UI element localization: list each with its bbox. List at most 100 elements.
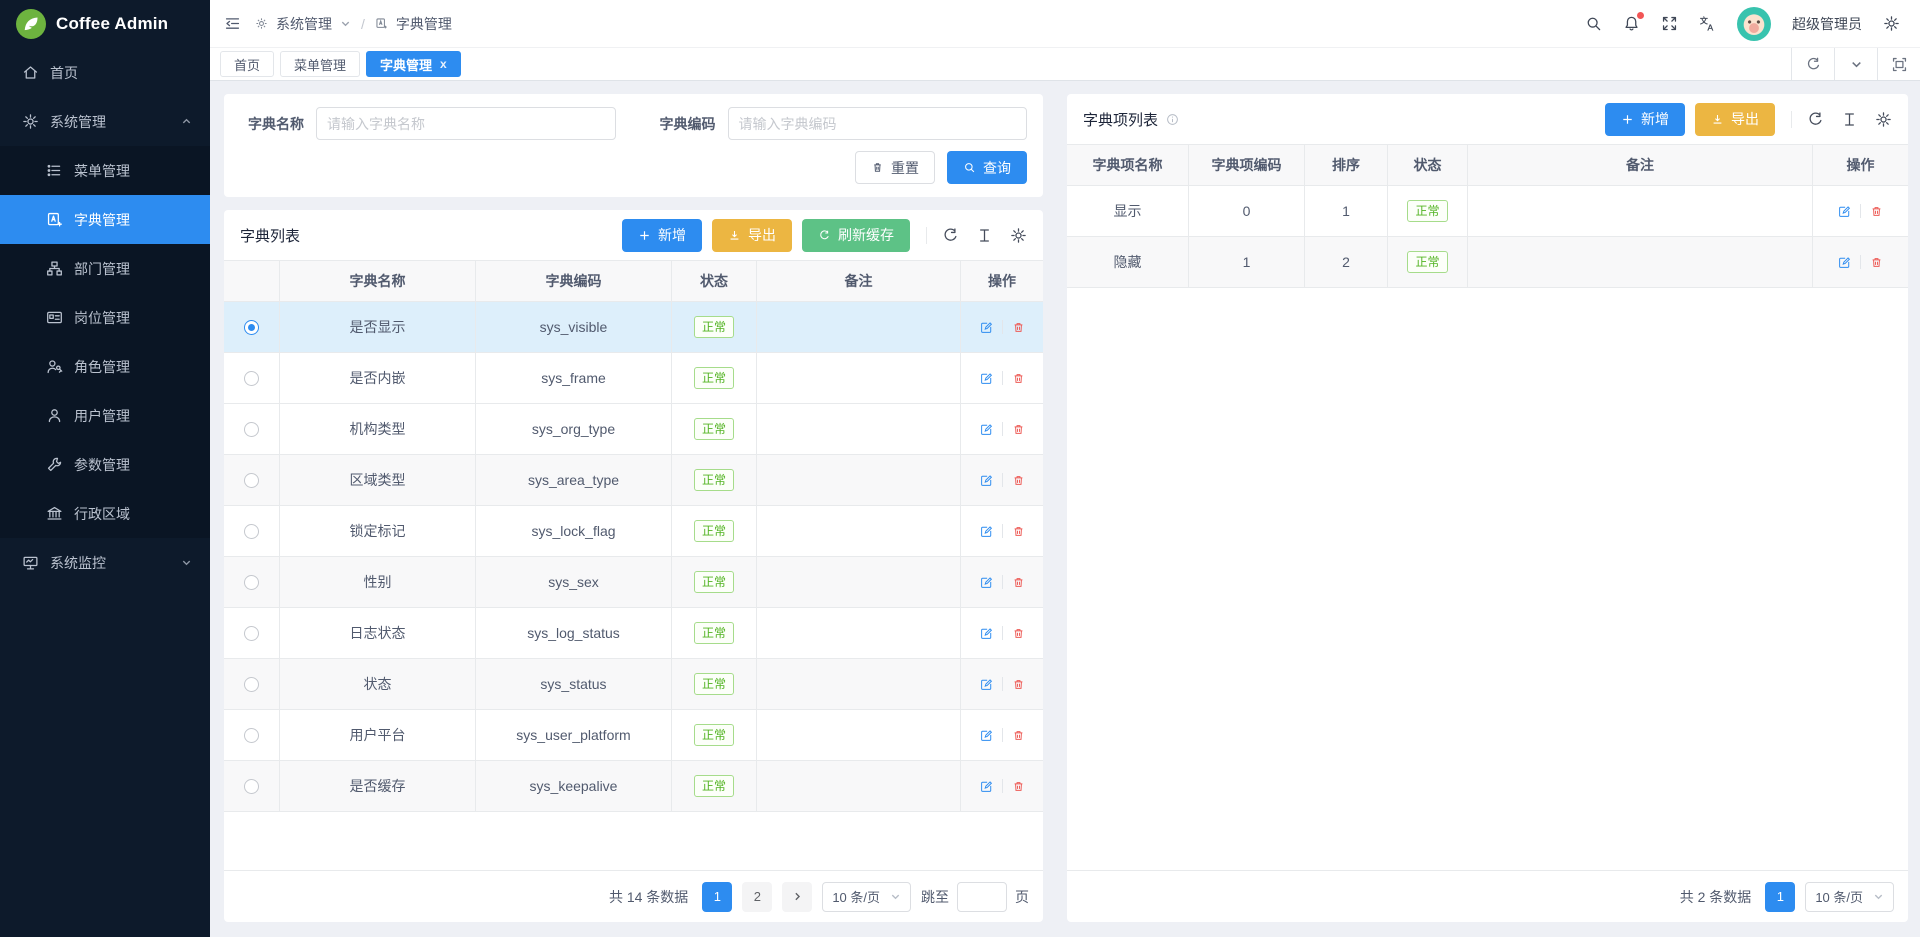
table-row[interactable]: 隐藏 1 2 正常 xyxy=(1067,237,1908,288)
tab-dict-mgmt[interactable]: 字典管理 x xyxy=(366,51,461,77)
add-dict-button[interactable]: 新增 xyxy=(622,219,702,252)
table-row[interactable]: 区域类型 sys_area_type 正常 xyxy=(224,455,1043,506)
sidebar-item-sys-monitor[interactable]: 系统监控 xyxy=(0,538,210,587)
sidebar-item-role-mgmt[interactable]: 角色管理 xyxy=(0,342,210,391)
row-radio[interactable] xyxy=(244,524,259,539)
delete-button[interactable] xyxy=(1012,780,1025,793)
edit-button[interactable] xyxy=(980,525,993,538)
table-settings-button[interactable] xyxy=(1010,227,1027,244)
table-row[interactable]: 锁定标记 sys_lock_flag 正常 xyxy=(224,506,1043,557)
table-row[interactable]: 日志状态 sys_log_status 正常 xyxy=(224,608,1043,659)
delete-button[interactable] xyxy=(1012,474,1025,487)
search-button[interactable] xyxy=(1585,15,1602,32)
delete-button[interactable] xyxy=(1012,372,1025,385)
table-row[interactable]: 机构类型 sys_org_type 正常 xyxy=(224,404,1043,455)
page-size-select[interactable]: 10 条/页 xyxy=(822,882,911,912)
edit-button[interactable] xyxy=(980,474,993,487)
sidebar-item-system[interactable]: 系统管理 xyxy=(0,97,210,146)
edit-button[interactable] xyxy=(980,678,993,691)
page-button-2[interactable]: 2 xyxy=(742,882,772,912)
edit-button[interactable] xyxy=(980,423,993,436)
settings-button[interactable] xyxy=(1883,15,1900,32)
query-button[interactable]: 查询 xyxy=(947,151,1027,184)
content-fullscreen-button[interactable] xyxy=(1877,48,1920,80)
table-row[interactable]: 用户平台 sys_user_platform 正常 xyxy=(224,710,1043,761)
breadcrumb-level1[interactable]: 系统管理 xyxy=(276,14,332,34)
dict-name-input[interactable] xyxy=(316,107,616,140)
trash-icon xyxy=(871,161,884,174)
delete-button[interactable] xyxy=(1870,205,1883,218)
export-dict-items-button[interactable]: 导出 xyxy=(1695,103,1775,136)
fullscreen-button[interactable] xyxy=(1661,15,1678,32)
info-icon xyxy=(1166,113,1179,126)
collapse-sidebar-button[interactable] xyxy=(224,15,241,32)
export-dict-button[interactable]: 导出 xyxy=(712,219,792,252)
row-radio[interactable] xyxy=(244,575,259,590)
row-radio[interactable] xyxy=(244,626,259,641)
sidebar-item-dict-mgmt[interactable]: 字典管理 xyxy=(0,195,210,244)
row-radio[interactable] xyxy=(244,320,259,335)
sidebar-item-post-mgmt[interactable]: 岗位管理 xyxy=(0,293,210,342)
avatar[interactable] xyxy=(1737,7,1771,41)
table-row[interactable]: 显示 0 1 正常 xyxy=(1067,186,1908,237)
tab-list-dropdown[interactable] xyxy=(1834,48,1877,80)
add-dict-item-button[interactable]: 新增 xyxy=(1605,103,1685,136)
edit-button[interactable] xyxy=(980,576,993,589)
notifications-button[interactable] xyxy=(1623,15,1640,32)
table-density-button[interactable] xyxy=(976,227,993,244)
refresh-tab-button[interactable] xyxy=(1791,48,1834,80)
dict-code-label: 字典编码 xyxy=(652,114,728,134)
sidebar-item-dept-mgmt[interactable]: 部门管理 xyxy=(0,244,210,293)
delete-button[interactable] xyxy=(1870,256,1883,269)
table-row[interactable]: 性别 sys_sex 正常 xyxy=(224,557,1043,608)
jump-to-input[interactable] xyxy=(957,882,1007,912)
table-settings-button[interactable] xyxy=(1875,111,1892,128)
next-page-button[interactable] xyxy=(782,882,812,912)
row-radio[interactable] xyxy=(244,371,259,386)
table-row[interactable]: 状态 sys_status 正常 xyxy=(224,659,1043,710)
refresh-icon xyxy=(942,227,959,244)
delete-button[interactable] xyxy=(1012,576,1025,589)
edit-button[interactable] xyxy=(980,321,993,334)
row-radio[interactable] xyxy=(244,728,259,743)
table-refresh-button[interactable] xyxy=(1807,111,1824,128)
table-row[interactable]: 是否缓存 sys_keepalive 正常 xyxy=(224,761,1043,812)
dict-items-panel: 字典项列表 新增 导出 xyxy=(1067,94,1908,922)
table-row[interactable]: 是否显示 sys_visible 正常 xyxy=(224,302,1043,353)
sidebar-item-user-mgmt[interactable]: 用户管理 xyxy=(0,391,210,440)
page-button-1[interactable]: 1 xyxy=(1765,882,1795,912)
table-density-button[interactable] xyxy=(1841,111,1858,128)
edit-button[interactable] xyxy=(980,780,993,793)
delete-button[interactable] xyxy=(1012,729,1025,742)
delete-button[interactable] xyxy=(1012,321,1025,334)
sidebar-item-admin-region[interactable]: 行政区域 xyxy=(0,489,210,538)
sidebar-item-home[interactable]: 首页 xyxy=(0,48,210,97)
tab-home[interactable]: 首页 xyxy=(220,51,274,77)
close-tab-icon[interactable]: x xyxy=(440,58,447,70)
row-radio[interactable] xyxy=(244,779,259,794)
delete-button[interactable] xyxy=(1012,627,1025,640)
table-row[interactable]: 是否内嵌 sys_frame 正常 xyxy=(224,353,1043,404)
edit-button[interactable] xyxy=(1838,256,1851,269)
refresh-cache-button[interactable]: 刷新缓存 xyxy=(802,219,910,252)
edit-button[interactable] xyxy=(980,729,993,742)
edit-button[interactable] xyxy=(980,372,993,385)
row-radio[interactable] xyxy=(244,422,259,437)
dict-code-input[interactable] xyxy=(728,107,1028,140)
page-size-select[interactable]: 10 条/页 xyxy=(1805,882,1894,912)
row-radio[interactable] xyxy=(244,473,259,488)
language-button[interactable]: 文A xyxy=(1699,15,1716,32)
sidebar-item-menu-mgmt[interactable]: 菜单管理 xyxy=(0,146,210,195)
page-button-1[interactable]: 1 xyxy=(702,882,732,912)
delete-button[interactable] xyxy=(1012,423,1025,436)
table-refresh-button[interactable] xyxy=(942,227,959,244)
delete-button[interactable] xyxy=(1012,678,1025,691)
username[interactable]: 超级管理员 xyxy=(1792,14,1862,34)
tab-menu-mgmt[interactable]: 菜单管理 xyxy=(280,51,360,77)
sidebar-item-param-mgmt[interactable]: 参数管理 xyxy=(0,440,210,489)
edit-button[interactable] xyxy=(980,627,993,640)
edit-button[interactable] xyxy=(1838,205,1851,218)
row-radio[interactable] xyxy=(244,677,259,692)
delete-button[interactable] xyxy=(1012,525,1025,538)
reset-button[interactable]: 重置 xyxy=(855,151,935,184)
